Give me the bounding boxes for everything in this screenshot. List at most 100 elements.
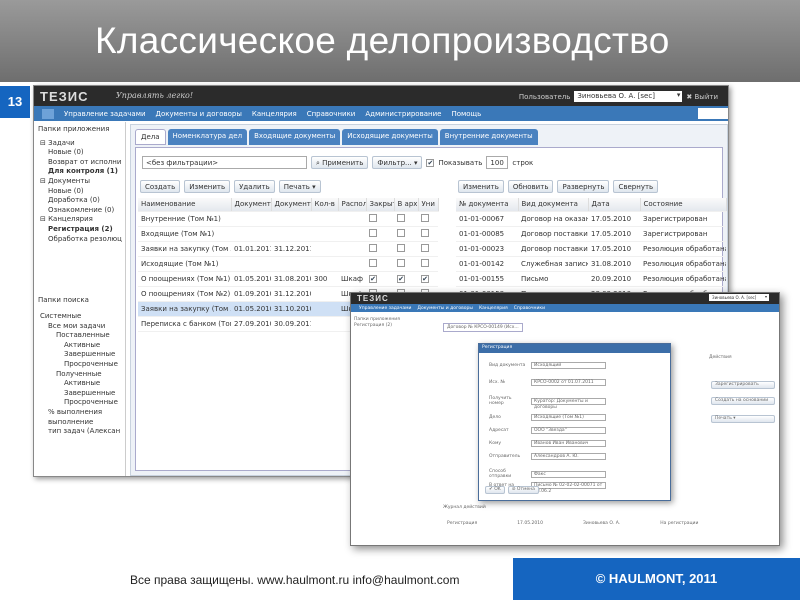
column-header[interactable]: В арх bbox=[394, 198, 419, 212]
folder-item[interactable]: Новые (0) bbox=[38, 148, 122, 158]
table-row[interactable]: О поощрениях (Том №1) 01.05.2010 31.08.201… bbox=[138, 271, 438, 287]
checkbox[interactable]: ✔ bbox=[397, 274, 405, 283]
tab-nomenclature[interactable]: Номенклатура дел bbox=[167, 129, 248, 145]
overlay-folder[interactable]: Регистрация (2) bbox=[354, 323, 400, 329]
collapse-button[interactable]: Свернуть bbox=[613, 180, 659, 193]
checkbox[interactable] bbox=[397, 228, 405, 237]
search-folder-item[interactable]: тип задач (Алексан bbox=[38, 427, 120, 437]
table-row[interactable]: Входящие (Том №1) bbox=[138, 226, 438, 242]
field-input[interactable]: Исходящий bbox=[531, 362, 606, 369]
table-row[interactable]: Внутренние (Том №1) bbox=[138, 211, 438, 227]
overlay-menu-item[interactable]: Управление задачами bbox=[359, 306, 411, 311]
overlay-print-button[interactable]: Печать ▾ bbox=[711, 415, 775, 423]
folder-item[interactable]: Регистрация (2) bbox=[38, 225, 122, 235]
search-folder-item[interactable]: % выполнения bbox=[38, 408, 120, 418]
column-header[interactable]: Наименование bbox=[138, 198, 232, 212]
field-input[interactable]: Исходящие (Том №1) bbox=[531, 414, 606, 421]
overlay-menu-item[interactable]: Канцелярия bbox=[479, 306, 508, 311]
field-input[interactable]: ООО "Звезда" bbox=[531, 427, 606, 434]
search-folder-item[interactable]: Завершенные bbox=[38, 389, 120, 399]
field-input[interactable]: Александров А. Ю. bbox=[531, 453, 606, 460]
column-header[interactable]: Состояние bbox=[640, 198, 727, 212]
search-folder-item[interactable]: Просроченные bbox=[38, 360, 120, 370]
folder-item[interactable]: Новые (0) bbox=[38, 187, 122, 197]
folder-item[interactable]: ⊟ Документы bbox=[38, 177, 122, 187]
checkbox[interactable]: ✔ bbox=[369, 274, 377, 283]
checkbox[interactable] bbox=[397, 243, 405, 252]
tab-incoming[interactable]: Входящие документы bbox=[249, 129, 341, 145]
logout-button[interactable]: ✖ Выйти bbox=[686, 93, 718, 101]
checkbox[interactable] bbox=[397, 258, 405, 267]
field-input[interactable]: Письмо № 02-02-02-00071 от 28.06.2 bbox=[531, 482, 606, 494]
field-input[interactable]: Иванов Иван Иванович bbox=[531, 440, 606, 447]
column-header[interactable]: Закрыт bbox=[366, 198, 395, 212]
tab-internal[interactable]: Внутренние документы bbox=[439, 129, 538, 145]
search-folder-item[interactable]: Поставленные bbox=[38, 331, 120, 341]
checkbox[interactable] bbox=[369, 243, 377, 252]
search-folder-item[interactable]: Активные bbox=[38, 379, 120, 389]
column-header[interactable]: Дата bbox=[588, 198, 641, 212]
search-folder-item[interactable]: Просроченные bbox=[38, 398, 120, 408]
folder-item[interactable]: ⊟ Канцелярия bbox=[38, 215, 122, 225]
expand-button[interactable]: Развернуть bbox=[557, 180, 610, 193]
ok-button[interactable]: ✔ OK bbox=[485, 486, 505, 494]
checkbox[interactable] bbox=[421, 258, 429, 267]
column-header[interactable]: Вид документа bbox=[518, 198, 589, 212]
folder-item[interactable]: Обработка резолюц bbox=[38, 235, 122, 245]
folder-item[interactable]: Возврат от исполни bbox=[38, 158, 122, 168]
column-header[interactable]: Кол-в bbox=[311, 198, 339, 212]
field-input[interactable]: Факс bbox=[531, 470, 606, 478]
search-folder-item[interactable]: Системные bbox=[38, 312, 120, 322]
overlay-register-button[interactable]: Зарегистрировать bbox=[711, 381, 775, 389]
cancel-button[interactable]: ⊘ Отмена bbox=[507, 486, 539, 494]
show-checkbox[interactable]: ✔ bbox=[426, 158, 435, 167]
search-folder-item[interactable]: Активные bbox=[38, 341, 120, 351]
checkbox[interactable] bbox=[421, 228, 429, 237]
folder-item[interactable]: Доработка (0) bbox=[38, 196, 122, 206]
checkbox[interactable] bbox=[369, 258, 377, 267]
menu-item[interactable]: Документы и договоры bbox=[156, 110, 242, 118]
search-folder-item[interactable]: Завершенные bbox=[38, 350, 120, 360]
folder-item[interactable]: Ознакомление (0) bbox=[38, 206, 122, 216]
table-row[interactable]: 01-01-00155 Письмо 20.09.2010 Резолюция обр… bbox=[456, 271, 726, 287]
search-input[interactable] bbox=[698, 108, 728, 119]
home-icon[interactable] bbox=[42, 108, 54, 119]
overlay-menu-item[interactable]: Справочники bbox=[514, 306, 545, 311]
table-row[interactable]: Заявки на закупку (Том №101.01.201131.12… bbox=[138, 241, 438, 257]
column-header[interactable]: Документ с bbox=[231, 198, 272, 212]
delete-button[interactable]: Удалить bbox=[234, 180, 275, 193]
rows-input[interactable]: 100 bbox=[486, 156, 509, 169]
refresh-button[interactable]: Обновить bbox=[507, 180, 554, 193]
overlay-doc-tab[interactable]: Договор № КРСО-00149 (Исх... bbox=[443, 323, 523, 332]
tab-outgoing[interactable]: Исходящие документы bbox=[342, 129, 438, 145]
column-header[interactable]: № документа bbox=[456, 198, 519, 212]
checkbox[interactable] bbox=[421, 213, 429, 222]
checkbox[interactable] bbox=[369, 228, 377, 237]
menu-item[interactable]: Канцелярия bbox=[252, 110, 297, 118]
field-input[interactable]: КРСО-0002 от 01.07.2011 bbox=[531, 379, 606, 386]
table-row[interactable]: 01-01-00023 Договор поставки 17.05.2010 Рез… bbox=[456, 241, 726, 257]
checkbox[interactable] bbox=[397, 213, 405, 222]
edit-button[interactable]: Изменить bbox=[184, 180, 231, 193]
search-folder-item[interactable]: Полученные bbox=[38, 370, 120, 380]
tab-cases[interactable]: Дела bbox=[135, 129, 166, 145]
menu-item[interactable]: Администрирование bbox=[365, 110, 441, 118]
search-folder-item[interactable]: выполнение bbox=[38, 418, 120, 428]
menu-item[interactable]: Помощь bbox=[451, 110, 481, 118]
overlay-create-based-button[interactable]: Создать на основании bbox=[711, 397, 775, 405]
overlay-menu-item[interactable]: Документы и договоры bbox=[417, 306, 473, 311]
column-header[interactable]: Документ г bbox=[271, 198, 312, 212]
menu-item[interactable]: Управление задачами bbox=[64, 110, 146, 118]
table-row[interactable]: Исходящие (Том №1) bbox=[138, 256, 438, 272]
table-row[interactable]: 01-01-00142 Служебная записка 31.08.2010 Ре… bbox=[456, 256, 726, 272]
create-button[interactable]: Создать bbox=[140, 180, 181, 193]
folder-item[interactable]: ⊟ Задачи bbox=[38, 139, 122, 149]
field-input[interactable]: Куратор: Документы и договоры bbox=[531, 397, 606, 410]
checkbox[interactable]: ✔ bbox=[421, 274, 429, 283]
search-folder-item[interactable]: Все мои задачи bbox=[38, 322, 120, 332]
edit-doc-button[interactable]: Изменить bbox=[458, 180, 504, 193]
menu-item[interactable]: Справочники bbox=[307, 110, 356, 118]
filter-button[interactable]: Фильтр... ▾ bbox=[372, 156, 423, 169]
column-header[interactable]: Располс bbox=[338, 198, 367, 212]
filter-select[interactable]: <без фильтрации> bbox=[142, 156, 307, 169]
